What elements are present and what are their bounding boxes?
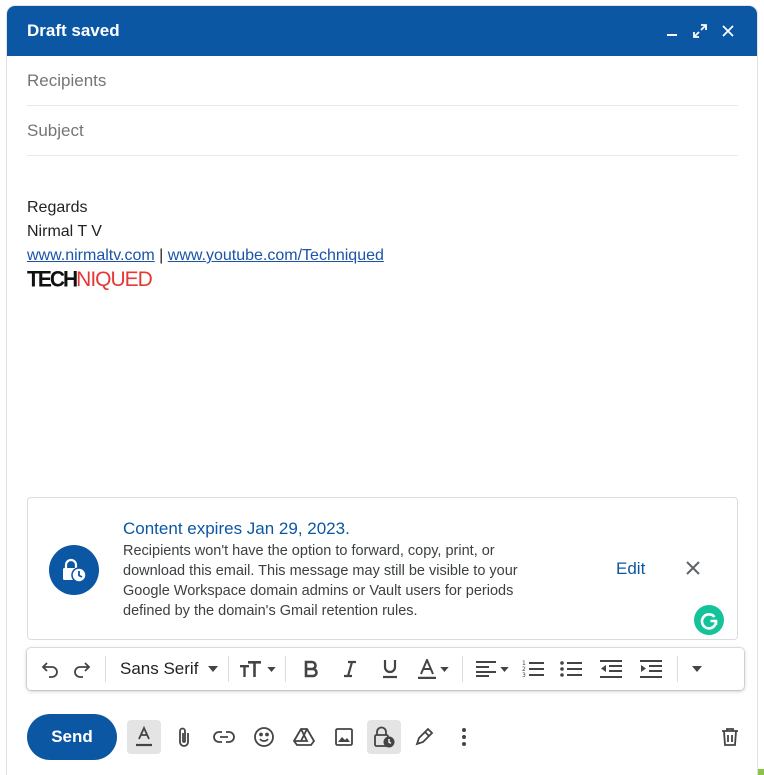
logo-part-tech: TECH	[27, 267, 78, 292]
close-icon[interactable]	[719, 22, 737, 40]
recipients-row	[27, 56, 738, 106]
confidential-mode-notice: Content expires Jan 29, 2023. Recipients…	[27, 497, 738, 640]
numbered-list-icon[interactable]: 123	[515, 654, 551, 684]
formatting-toolbar: Sans Serif 123	[27, 648, 744, 690]
bulleted-list-icon[interactable]	[551, 654, 591, 684]
send-button[interactable]: Send	[27, 714, 117, 760]
minimize-icon[interactable]	[663, 22, 681, 40]
grammarly-icon[interactable]	[694, 605, 724, 635]
bold-icon[interactable]	[292, 654, 330, 684]
link-icon[interactable]	[207, 720, 241, 754]
youtube-link[interactable]: www.youtube.com/Techniqued	[168, 247, 384, 264]
dropdown-arrow-icon	[208, 666, 219, 672]
svg-text:3: 3	[522, 672, 526, 678]
compose-actions-bar: Send	[27, 714, 747, 760]
discard-draft-icon[interactable]	[713, 720, 747, 754]
toolbar-separator	[677, 656, 679, 682]
more-formatting-icon[interactable]	[684, 654, 710, 684]
recipients-input[interactable]	[27, 70, 738, 91]
font-label: Sans Serif	[120, 659, 199, 678]
align-icon[interactable]	[469, 654, 515, 684]
signature-name: Nirmal T V	[27, 223, 102, 240]
italic-icon[interactable]	[330, 654, 370, 684]
indent-less-icon[interactable]	[591, 654, 631, 684]
notice-title: Content expires Jan 29, 2023.	[123, 519, 350, 538]
edit-link[interactable]: Edit	[616, 559, 645, 579]
subject-row	[27, 106, 738, 156]
lock-clock-icon	[49, 545, 99, 595]
font-selector[interactable]: Sans Serif	[112, 654, 222, 684]
website-link[interactable]: www.nirmaltv.com	[27, 247, 155, 264]
toolbar-separator	[105, 656, 106, 682]
formatting-options-icon[interactable]	[127, 720, 161, 754]
attach-icon[interactable]	[167, 720, 201, 754]
undo-icon[interactable]	[35, 654, 65, 684]
message-body[interactable]: Regards Nirmal T V www.nirmaltv.com | ww…	[7, 156, 757, 498]
notice-text: Recipients won't have the option to forw…	[123, 543, 518, 619]
indent-more-icon[interactable]	[631, 654, 671, 684]
subject-input[interactable]	[27, 120, 738, 141]
signature-links: www.nirmaltv.com | www.youtube.com/Techn…	[27, 244, 737, 268]
logo-part-niqued: NIQUED	[76, 268, 153, 291]
text-color-icon[interactable]	[410, 654, 456, 684]
toolbar-separator	[285, 656, 287, 682]
link-separator: |	[154, 247, 168, 264]
window-controls	[663, 22, 737, 40]
signature-regards: Regards	[27, 199, 88, 216]
more-options-icon[interactable]	[447, 720, 481, 754]
emoji-icon[interactable]	[247, 720, 281, 754]
compose-title: Draft saved	[27, 21, 120, 40]
text-size-icon[interactable]	[235, 654, 279, 684]
insert-photo-icon[interactable]	[327, 720, 361, 754]
confidential-mode-icon[interactable]	[367, 720, 401, 754]
close-notice-icon[interactable]	[682, 557, 704, 579]
fullscreen-icon[interactable]	[691, 22, 709, 40]
drive-icon[interactable]	[287, 720, 321, 754]
toolbar-separator	[462, 656, 464, 682]
techniqued-logo: TECH NIQUED	[27, 267, 737, 292]
redo-icon[interactable]	[65, 654, 99, 684]
compose-window: Draft saved Regards Nirmal T V www.nirma…	[7, 6, 757, 775]
underline-icon[interactable]	[370, 654, 410, 684]
signature-pen-icon[interactable]	[407, 720, 441, 754]
compose-header[interactable]: Draft saved	[7, 6, 757, 56]
toolbar-separator	[228, 656, 230, 682]
